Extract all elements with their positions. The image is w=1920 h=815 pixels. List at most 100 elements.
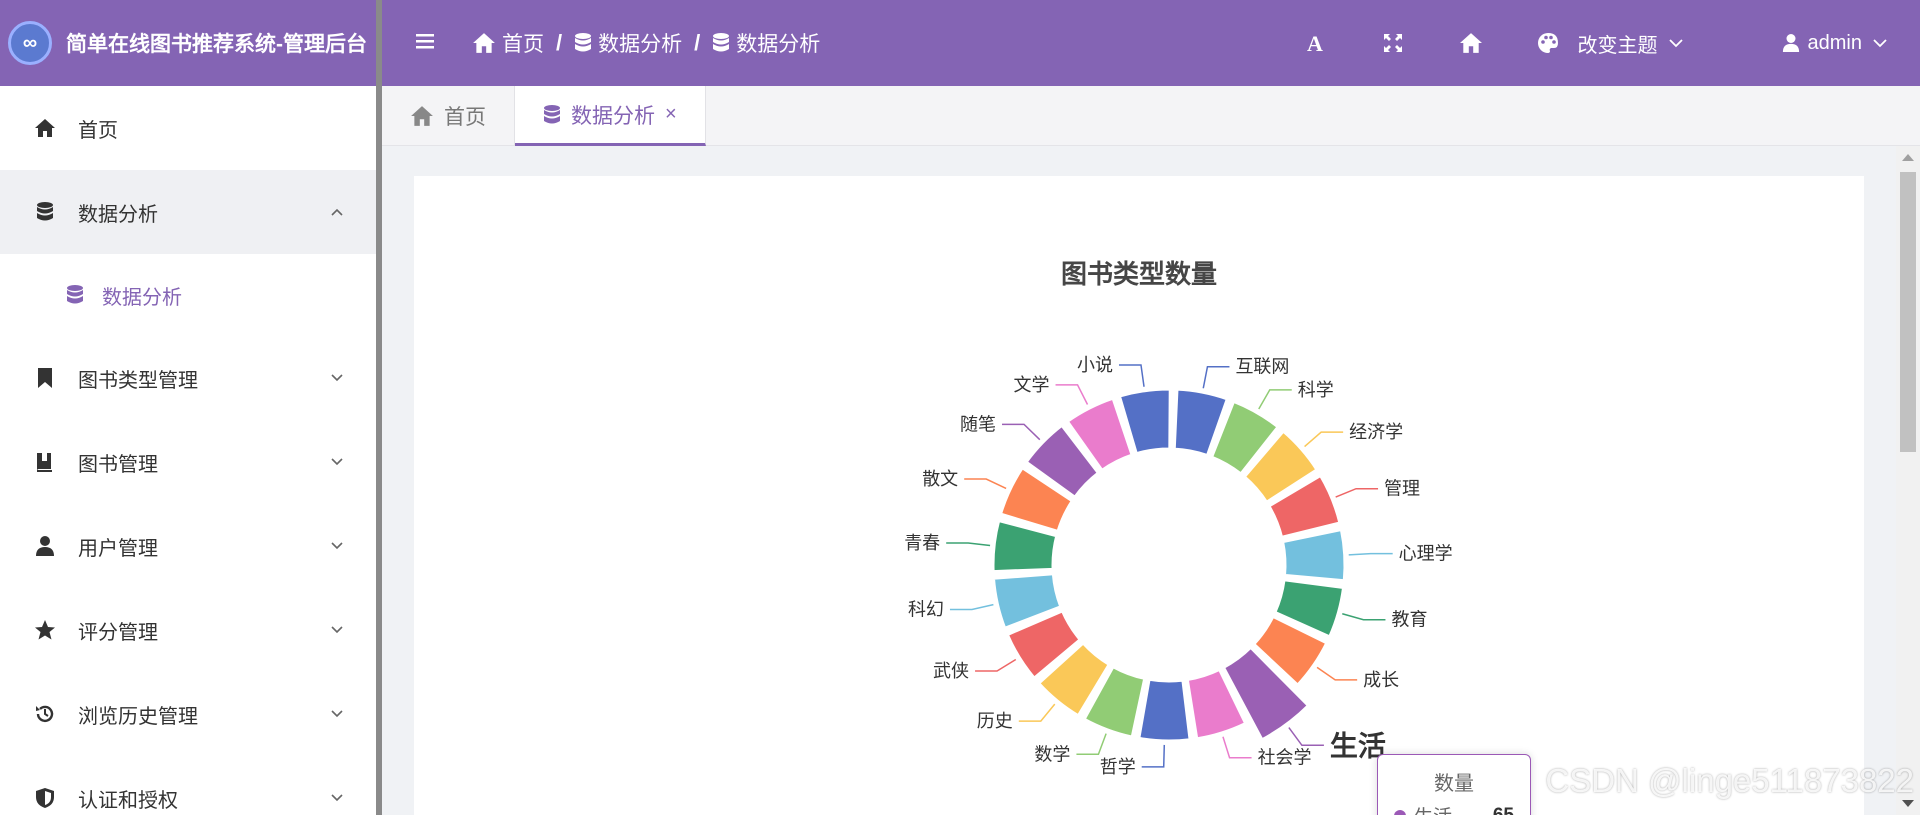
- sidebar-item-label: 浏览历史管理: [78, 705, 198, 728]
- chevron-down-icon: [1668, 39, 1683, 48]
- database-icon: [32, 199, 58, 225]
- chart-card: 图书类型数量 互联网 科学 经济学 管理 心理学 教育 成长 生活 社会学 哲学 数学 历史 武侠 科幻青…: [414, 176, 1864, 815]
- chart-label-line-18: [1055, 384, 1089, 405]
- vertical-scrollbar[interactable]: [1896, 146, 1920, 815]
- chevron-up-icon: [331, 208, 343, 216]
- scroll-up-icon[interactable]: [1902, 154, 1914, 161]
- breadcrumb-item-home[interactable]: 首页: [472, 28, 544, 58]
- chart-label-line-4: [1335, 487, 1379, 498]
- chart-label-9: 社会学: [1258, 748, 1312, 768]
- history-icon: [32, 701, 58, 727]
- chart-slice-5[interactable]: [1281, 528, 1347, 583]
- theme-label: 改变主题: [1577, 34, 1658, 57]
- sidebar-item-auth[interactable]: 认证和授权: [0, 756, 376, 815]
- sidebar-item-home[interactable]: 首页: [0, 86, 376, 170]
- sidebar-item-ratings[interactable]: 评分管理: [0, 588, 376, 672]
- user-icon: [1782, 34, 1799, 52]
- sidebar-item-label: 用户管理: [78, 537, 158, 560]
- tooltip-value: 65: [1492, 804, 1514, 815]
- chart-label-line-11: [1076, 733, 1107, 756]
- tab-data-analysis[interactable]: 数据分析 ×: [515, 86, 706, 146]
- home-icon: [473, 33, 495, 53]
- chart-tooltip: 数量 生活 65: [1377, 754, 1531, 815]
- chart-label-7: 成长: [1363, 670, 1399, 690]
- sidebar-item-users[interactable]: 用户管理: [0, 504, 376, 588]
- menu-toggle-icon[interactable]: [414, 32, 442, 55]
- tooltip-title: 数量: [1434, 773, 1474, 795]
- chart-label-2: 科学: [1298, 380, 1334, 400]
- tooltip-series-dot: [1394, 809, 1406, 815]
- chevron-down-icon: [331, 374, 343, 382]
- tooltip-row: 生活 65: [1394, 802, 1514, 815]
- chart-label-line-8: [1288, 727, 1324, 747]
- sidebar-subitem-label: 数据分析: [102, 286, 182, 309]
- chart-label-3: 经济学: [1349, 422, 1403, 442]
- chart-label-line-5: [1348, 552, 1393, 556]
- user-name: admin: [1807, 31, 1862, 54]
- database-icon: [713, 33, 730, 52]
- chart-label-12: 历史: [977, 711, 1013, 731]
- sidebar-item-books[interactable]: 图书管理: [0, 420, 376, 504]
- tab-home[interactable]: 首页: [382, 86, 515, 146]
- chart-label-14: 科幻: [908, 599, 944, 619]
- chevron-down-icon: [331, 626, 343, 634]
- bookmark-icon: [32, 365, 58, 391]
- chart-slice-10[interactable]: [1137, 677, 1192, 743]
- user-dropdown[interactable]: admin: [1782, 32, 1888, 55]
- header-actions: A 改变主题 admin: [1302, 0, 1920, 86]
- chart-label-line-7: [1316, 666, 1358, 681]
- tab-label: 首页: [444, 106, 486, 129]
- database-icon: [544, 104, 560, 123]
- chart-label-line-12: [1018, 703, 1056, 722]
- chart-label-line-14: [949, 603, 994, 611]
- chart-label-line-9: [1222, 736, 1252, 759]
- chart-label-5: 心理学: [1399, 544, 1453, 564]
- font-size-icon[interactable]: A: [1302, 30, 1328, 56]
- breadcrumb: 首页 / 数据分析 / 数据分析: [472, 28, 820, 58]
- sidebar-item-label: 评分管理: [78, 621, 158, 644]
- chart-label-6: 教育: [1391, 610, 1427, 630]
- tab-label: 数据分析: [571, 104, 655, 128]
- breadcrumb-item-data-analysis[interactable]: 数据分析: [574, 28, 682, 58]
- user-icon: [32, 533, 58, 559]
- tab-close-icon[interactable]: ×: [665, 103, 677, 126]
- fullscreen-icon[interactable]: [1380, 30, 1406, 56]
- chart-label-line-17: [1002, 423, 1041, 441]
- chart-label-line-13: [975, 658, 1017, 672]
- chart-label-13: 武侠: [933, 661, 969, 681]
- database-icon: [64, 284, 86, 306]
- chevron-down-icon: [331, 458, 343, 466]
- theme-dropdown[interactable]: 改变主题: [1536, 29, 1702, 58]
- chart-label-11: 数学: [1034, 744, 1070, 764]
- sidebar-item-book-types[interactable]: 图书类型管理: [0, 336, 376, 420]
- breadcrumb-separator: /: [556, 30, 563, 55]
- chevron-down-icon: [1873, 39, 1887, 48]
- tab-bar: 首页 数据分析 ×: [382, 86, 1920, 146]
- palette-icon: [1537, 33, 1558, 53]
- chart-label-line-10: [1141, 744, 1166, 768]
- home-icon: [411, 106, 433, 126]
- breadcrumb-item-current: 数据分析: [712, 28, 820, 58]
- chart-label-line-15: [946, 542, 991, 547]
- chart-label-line-2: [1258, 389, 1292, 410]
- sidebar-item-label: 认证和授权: [78, 789, 178, 812]
- top-header: 首页 / 数据分析 / 数据分析 A 改变主题 admin: [382, 0, 1920, 86]
- chart-label-line-1: [1202, 365, 1230, 389]
- sidebar: ∞ 简单在线图书推荐系统-管理后台 首页 数据分析 数据分析 图书类型管理 图书…: [0, 0, 376, 815]
- app-logo: ∞: [8, 21, 52, 65]
- shield-icon: [32, 785, 58, 811]
- breadcrumb-separator: /: [694, 30, 701, 55]
- scroll-down-icon[interactable]: [1902, 800, 1914, 807]
- sidebar-item-data-analysis[interactable]: 数据分析: [0, 170, 376, 254]
- chart-label-line-19: [1118, 364, 1145, 387]
- chevron-down-icon: [331, 710, 343, 718]
- chart-label-16: 散文: [922, 469, 958, 489]
- scroll-thumb[interactable]: [1900, 172, 1916, 452]
- breadcrumb-label: 数据分析: [736, 33, 821, 56]
- sidebar-item-history[interactable]: 浏览历史管理: [0, 672, 376, 756]
- breadcrumb-label: 首页: [502, 33, 544, 56]
- chart-label-18: 文学: [1014, 375, 1050, 395]
- home-icon[interactable]: [1458, 30, 1484, 56]
- sidebar-subitem-data-analysis[interactable]: 数据分析: [0, 254, 376, 336]
- chart-label-line-6: [1342, 613, 1386, 621]
